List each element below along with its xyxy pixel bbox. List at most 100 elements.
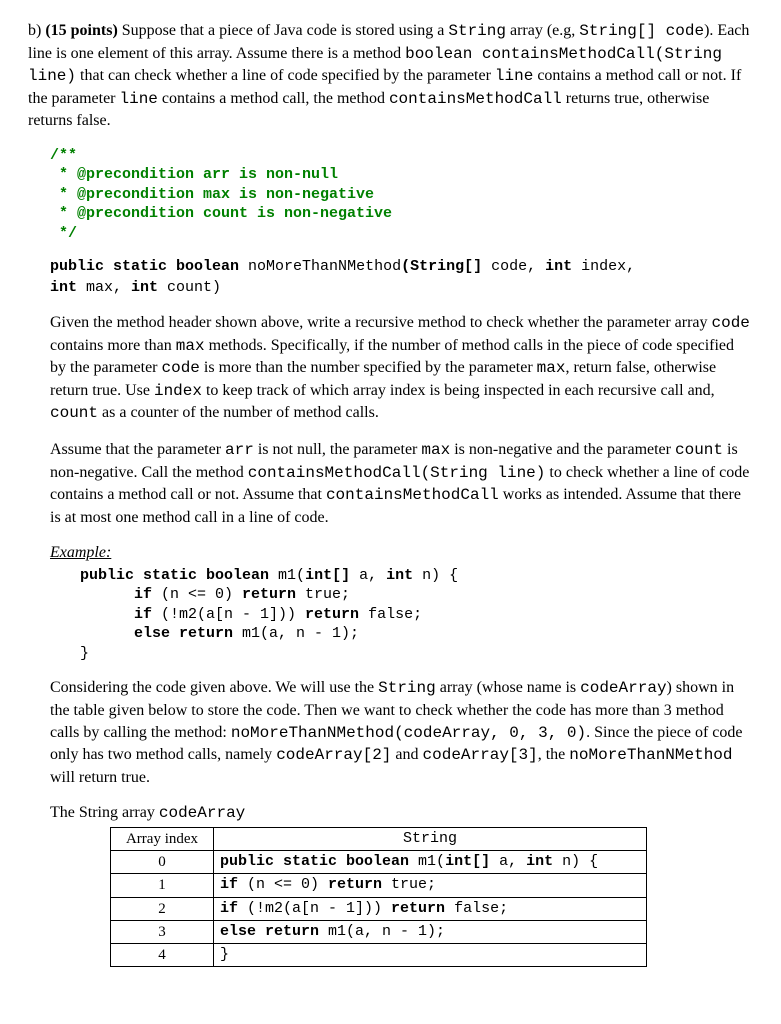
table-row: 0public static boolean m1(int[] a, int n…	[111, 851, 647, 874]
text: is not null, the parameter	[254, 441, 422, 458]
cell-index: 2	[111, 897, 214, 920]
ex-txt: m1(a, n - 1);	[242, 625, 359, 642]
code-inline: index	[154, 382, 202, 400]
sig-kw: public static boolean	[50, 258, 248, 275]
intro-text: Suppose that a piece of Java code is sto…	[118, 22, 449, 39]
code-segment: n) {	[562, 853, 598, 870]
ex-txt: }	[80, 645, 89, 662]
code-inline: max	[537, 359, 566, 377]
ex-txt: false;	[368, 606, 422, 623]
text: Considering the code given above. We wil…	[50, 679, 378, 696]
header-array-index: Array index	[111, 827, 214, 850]
text: contains more than	[50, 337, 176, 354]
code-inline: noMoreThanNMethod	[569, 746, 732, 764]
code-inline: containsMethodCall	[326, 486, 499, 504]
ex-kw: if	[80, 586, 161, 603]
code-inline: line	[120, 90, 158, 108]
ex-txt: m1(	[278, 567, 305, 584]
code-inline: String	[448, 22, 506, 40]
code-inline: codeArray	[159, 804, 245, 822]
code-array-table: Array index String 0public static boolea…	[110, 827, 647, 968]
considering-paragraph: Considering the code given above. We wil…	[50, 677, 751, 788]
text: is non-negative and the parameter	[450, 441, 675, 458]
example-code-block: public static boolean m1(int[] a, int n)…	[80, 566, 751, 664]
text: , the	[538, 746, 570, 763]
code-inline: String	[378, 679, 436, 697]
cell-string: }	[214, 944, 647, 967]
text: to keep track of which array index is be…	[202, 382, 715, 399]
table-row: 1if (n <= 0) return true;	[111, 874, 647, 897]
code-inline: count	[675, 441, 723, 459]
cell-index: 0	[111, 851, 214, 874]
ex-kw: public static boolean	[80, 567, 278, 584]
points-label: (15 points)	[45, 22, 117, 39]
javadoc-line: * @precondition arr is non-null	[50, 166, 338, 183]
code-segment: int	[526, 853, 562, 870]
ex-kw: else return	[80, 625, 242, 642]
code-segment: return	[328, 876, 391, 893]
sig-name: noMoreThanNMethod	[248, 258, 401, 275]
code-segment: a,	[499, 853, 526, 870]
cell-index: 3	[111, 920, 214, 943]
method-signature: public static boolean noMoreThanNMethod(…	[50, 257, 751, 298]
intro-text: array (e.g,	[506, 22, 579, 39]
sig-param: count)	[167, 279, 221, 296]
code-segment: if	[220, 900, 247, 917]
ex-kw: if	[80, 606, 161, 623]
sig-type: int	[545, 258, 581, 275]
code-inline: count	[50, 404, 98, 422]
code-segment: m1(	[418, 853, 445, 870]
description-paragraph: Given the method header shown above, wri…	[50, 312, 751, 425]
text: will return true.	[50, 769, 150, 786]
sig-type: String[]	[410, 258, 491, 275]
table-row: 3else return m1(a, n - 1);	[111, 920, 647, 943]
text: The String array	[50, 804, 159, 821]
cell-index: 1	[111, 874, 214, 897]
ex-txt: (!m2(a[n - 1]))	[161, 606, 305, 623]
cell-string: public static boolean m1(int[] a, int n)…	[214, 851, 647, 874]
sig-type: int	[50, 279, 86, 296]
code-inline: code	[162, 359, 200, 377]
code-segment: return	[391, 900, 454, 917]
text: as a counter of the number of method cal…	[98, 404, 379, 421]
header-string: String	[214, 827, 647, 850]
javadoc-block: /** * @precondition arr is non-null * @p…	[50, 146, 751, 244]
ex-kw: return	[242, 586, 305, 603]
table-body: 0public static boolean m1(int[] a, int n…	[111, 851, 647, 967]
example-section: Example: public static boolean m1(int[] …	[50, 542, 751, 663]
ex-txt: true;	[305, 586, 350, 603]
code-segment: if	[220, 876, 247, 893]
question-label: b)	[28, 22, 41, 39]
intro-text: contains a method call, the method	[158, 90, 389, 107]
code-inline: containsMethodCall	[389, 90, 562, 108]
ex-kw: return	[305, 606, 368, 623]
table-header-row: Array index String	[111, 827, 647, 850]
ex-txt: (n <= 0)	[161, 586, 242, 603]
assumptions-paragraph: Assume that the parameter arr is not nul…	[50, 439, 751, 528]
cell-string: else return m1(a, n - 1);	[214, 920, 647, 943]
code-inline: String[] code	[579, 22, 704, 40]
code-inline: arr	[225, 441, 254, 459]
code-segment: else return	[220, 923, 328, 940]
sig-param: index,	[581, 258, 644, 275]
ex-kw: int[]	[305, 567, 359, 584]
table-row: 4}	[111, 944, 647, 967]
javadoc-line: /**	[50, 147, 77, 164]
sig-param: code,	[491, 258, 545, 275]
code-inline: max	[176, 337, 205, 355]
text: and	[391, 746, 422, 763]
code-segment: false;	[454, 900, 508, 917]
code-inline: codeArray[3]	[423, 746, 538, 764]
example-label: Example:	[50, 544, 111, 561]
sig-paren: (	[401, 258, 410, 275]
cell-index: 4	[111, 944, 214, 967]
code-inline: codeArray	[580, 679, 666, 697]
javadoc-line: * @precondition count is non-negative	[50, 205, 392, 222]
text: array (whose name is	[436, 679, 580, 696]
code-segment: true;	[391, 876, 436, 893]
sig-type: int	[131, 279, 167, 296]
intro-text: that can check whether a line of code sp…	[76, 67, 495, 84]
text: is more than the number specified by the…	[200, 359, 537, 376]
table-row: 2if (!m2(a[n - 1])) return false;	[111, 897, 647, 920]
ex-txt: n) {	[422, 567, 458, 584]
